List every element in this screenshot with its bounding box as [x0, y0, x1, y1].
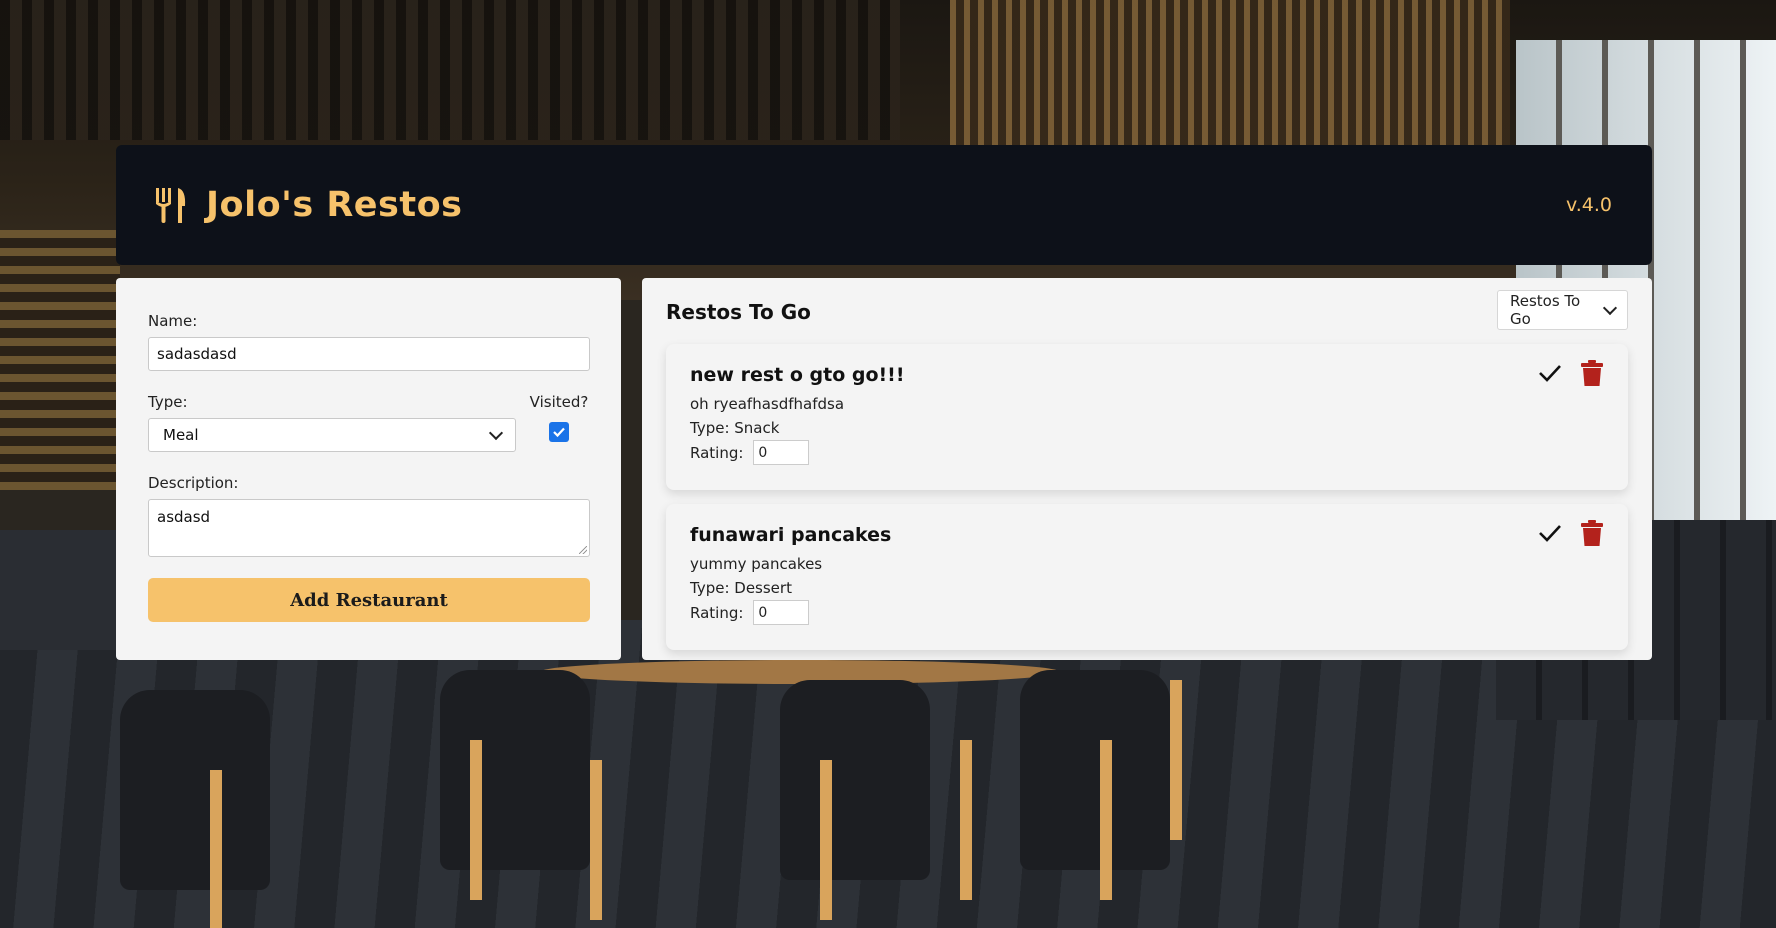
- add-restaurant-button[interactable]: Add Restaurant: [148, 578, 590, 622]
- restaurant-card: new rest o gto go!!! oh ryeafhasdfhafdsa…: [666, 344, 1628, 490]
- restaurant-description: oh ryeafhasdfhafdsa: [690, 395, 845, 413]
- list-filter-select[interactable]: Restos To Go: [1497, 290, 1628, 330]
- checkmark-icon: [553, 427, 565, 438]
- type-label: Type:: [148, 393, 188, 411]
- restaurant-type: Type: Snack: [690, 419, 780, 437]
- list-filter-value: Restos To Go: [1510, 292, 1581, 328]
- chevron-down-icon: [488, 425, 504, 440]
- rating-value: 0: [758, 444, 768, 461]
- restaurant-name: funawari pancakes: [690, 524, 892, 546]
- visited-label: Visited?: [529, 393, 589, 411]
- check-icon: [1539, 525, 1561, 542]
- name-input-value: sadasdasd: [157, 345, 237, 363]
- app-header: Jolo's Restos v.4.0: [116, 145, 1652, 265]
- chevron-down-icon: [1602, 300, 1618, 315]
- version-label: v.4.0: [1565, 194, 1612, 216]
- app-title: Jolo's Restos: [206, 185, 463, 225]
- rating-input[interactable]: 0: [753, 600, 810, 625]
- list-title: Restos To Go: [666, 300, 811, 324]
- restaurant-card: funawari pancakes yummy pancakes Type: D…: [666, 504, 1628, 650]
- brand: Jolo's Restos: [154, 185, 462, 225]
- add-restaurant-form: Name: sadasdasd Type: Meal Visited? Desc…: [116, 278, 621, 660]
- restaurant-type: Type: Dessert: [690, 579, 792, 597]
- description-label: Description:: [148, 474, 239, 492]
- check-icon: [1539, 365, 1561, 382]
- description-textarea[interactable]: asdasd: [148, 499, 590, 557]
- restaurant-list-panel: Restos To Go Restos To Go new rest o gto…: [642, 278, 1652, 660]
- type-select[interactable]: Meal: [148, 418, 516, 452]
- delete-button[interactable]: [1580, 520, 1604, 546]
- mark-visited-button[interactable]: [1538, 360, 1562, 386]
- delete-button[interactable]: [1580, 360, 1604, 386]
- rating-value: 0: [758, 604, 768, 621]
- resize-handle[interactable]: [579, 546, 587, 554]
- name-label: Name:: [148, 312, 198, 330]
- utensils-icon: [156, 188, 186, 223]
- name-input[interactable]: sadasdasd: [148, 337, 590, 371]
- restaurant-name: new rest o gto go!!!: [690, 364, 905, 386]
- rating-label: Rating:: [690, 603, 744, 622]
- mark-visited-button[interactable]: [1538, 520, 1562, 546]
- trash-icon: [1581, 520, 1603, 546]
- visited-checkbox[interactable]: [549, 422, 569, 442]
- rating-input[interactable]: 0: [753, 440, 810, 465]
- rating-label: Rating:: [690, 443, 744, 462]
- type-select-value: Meal: [163, 426, 199, 444]
- trash-icon: [1581, 360, 1603, 386]
- restaurant-description: yummy pancakes: [690, 555, 823, 573]
- description-value: asdasd: [157, 508, 211, 526]
